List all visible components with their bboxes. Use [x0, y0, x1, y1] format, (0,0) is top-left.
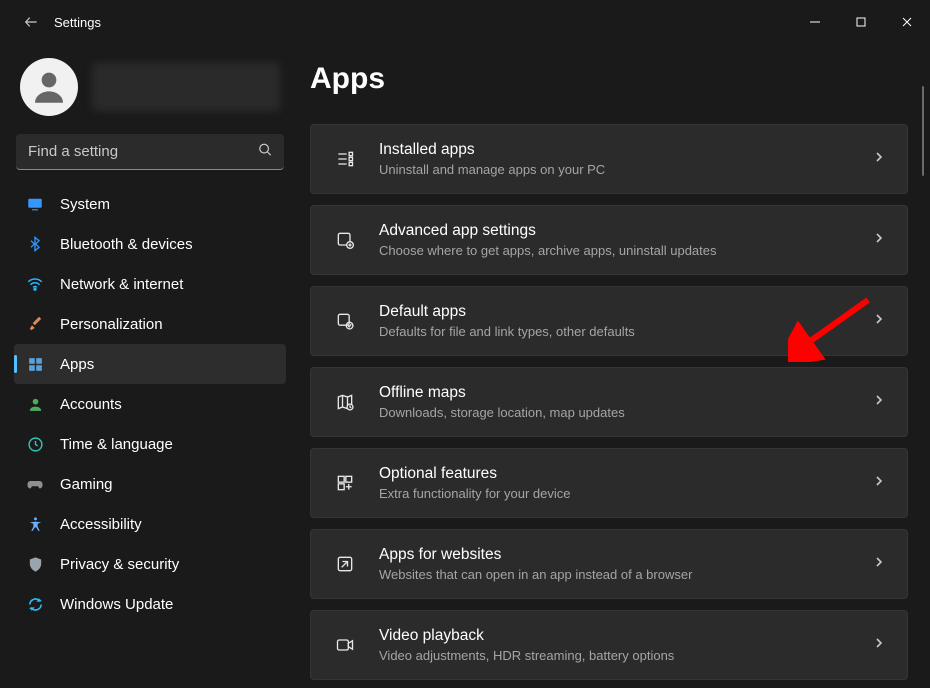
search-wrapper: [16, 134, 284, 170]
card-title: Offline maps: [379, 384, 873, 402]
nav-label: Apps: [60, 356, 94, 373]
titlebar: Settings: [0, 0, 930, 44]
avatar: [20, 58, 78, 116]
card-title: Apps for websites: [379, 546, 873, 564]
close-button[interactable]: [884, 7, 930, 37]
shield-icon: [26, 555, 44, 573]
nav-label: Privacy & security: [60, 556, 179, 573]
card-desc: Extra functionality for your device: [379, 486, 873, 501]
nav-label: System: [60, 196, 110, 213]
card-title: Default apps: [379, 303, 873, 321]
nav-item-bluetooth[interactable]: Bluetooth & devices: [14, 224, 286, 264]
nav-item-network[interactable]: Network & internet: [14, 264, 286, 304]
card-desc: Defaults for file and link types, other …: [379, 324, 873, 339]
apps-icon: [26, 355, 44, 373]
installed-apps-icon: [333, 147, 357, 171]
card-desc: Choose where to get apps, archive apps, …: [379, 243, 873, 258]
websites-icon: [333, 552, 357, 576]
profile-section[interactable]: [14, 54, 286, 128]
nav-label: Time & language: [60, 436, 173, 453]
nav-label: Accounts: [60, 396, 122, 413]
nav-list: System Bluetooth & devices Network & int…: [14, 184, 286, 624]
chevron-right-icon: [873, 231, 885, 249]
content-area: Apps Installed apps Uninstall and manage…: [300, 44, 930, 688]
card-advanced-app-settings[interactable]: Advanced app settings Choose where to ge…: [310, 205, 908, 275]
nav-label: Accessibility: [60, 516, 142, 533]
card-title: Optional features: [379, 465, 873, 483]
card-optional-features[interactable]: Optional features Extra functionality fo…: [310, 448, 908, 518]
system-icon: [26, 195, 44, 213]
card-apps-for-websites[interactable]: Apps for websites Websites that can open…: [310, 529, 908, 599]
back-button[interactable]: [20, 11, 42, 33]
chevron-right-icon: [873, 150, 885, 168]
nav-label: Windows Update: [60, 596, 173, 613]
bluetooth-icon: [26, 235, 44, 253]
sidebar: System Bluetooth & devices Network & int…: [0, 44, 300, 688]
card-installed-apps[interactable]: Installed apps Uninstall and manage apps…: [310, 124, 908, 194]
paintbrush-icon: [26, 315, 44, 333]
nav-item-accessibility[interactable]: Accessibility: [14, 504, 286, 544]
wifi-icon: [26, 275, 44, 293]
window-controls: [792, 7, 930, 37]
nav-item-time-language[interactable]: Time & language: [14, 424, 286, 464]
nav-item-gaming[interactable]: Gaming: [14, 464, 286, 504]
search-icon[interactable]: [258, 143, 272, 162]
card-title: Advanced app settings: [379, 222, 873, 240]
nav-item-apps[interactable]: Apps: [14, 344, 286, 384]
nav-label: Personalization: [60, 316, 163, 333]
nav-item-accounts[interactable]: Accounts: [14, 384, 286, 424]
default-apps-icon: [333, 309, 357, 333]
chevron-right-icon: [873, 312, 885, 330]
features-icon: [333, 471, 357, 495]
accessibility-icon: [26, 515, 44, 533]
person-icon: [26, 395, 44, 413]
maps-icon: [333, 390, 357, 414]
video-icon: [333, 633, 357, 657]
card-offline-maps[interactable]: Offline maps Downloads, storage location…: [310, 367, 908, 437]
card-video-playback[interactable]: Video playback Video adjustments, HDR st…: [310, 610, 908, 680]
card-desc: Uninstall and manage apps on your PC: [379, 162, 873, 177]
nav-item-privacy[interactable]: Privacy & security: [14, 544, 286, 584]
maximize-button[interactable]: [838, 7, 884, 37]
nav-label: Bluetooth & devices: [60, 236, 193, 253]
card-desc: Downloads, storage location, map updates: [379, 405, 873, 420]
page-title: Apps: [310, 62, 908, 96]
nav-label: Gaming: [60, 476, 113, 493]
chevron-right-icon: [873, 555, 885, 573]
clock-icon: [26, 435, 44, 453]
card-default-apps[interactable]: Default apps Defaults for file and link …: [310, 286, 908, 356]
nav-label: Network & internet: [60, 276, 183, 293]
scrollbar[interactable]: [922, 86, 924, 176]
advanced-settings-icon: [333, 228, 357, 252]
card-title: Video playback: [379, 627, 873, 645]
chevron-right-icon: [873, 636, 885, 654]
gamepad-icon: [26, 475, 44, 493]
chevron-right-icon: [873, 474, 885, 492]
card-title: Installed apps: [379, 141, 873, 159]
chevron-right-icon: [873, 393, 885, 411]
nav-item-windows-update[interactable]: Windows Update: [14, 584, 286, 624]
window-title: Settings: [54, 15, 101, 30]
update-icon: [26, 595, 44, 613]
minimize-button[interactable]: [792, 7, 838, 37]
profile-info-redacted: [92, 63, 280, 111]
card-desc: Video adjustments, HDR streaming, batter…: [379, 648, 873, 663]
card-desc: Websites that can open in an app instead…: [379, 567, 873, 582]
search-input[interactable]: [16, 134, 284, 170]
nav-item-system[interactable]: System: [14, 184, 286, 224]
nav-item-personalization[interactable]: Personalization: [14, 304, 286, 344]
